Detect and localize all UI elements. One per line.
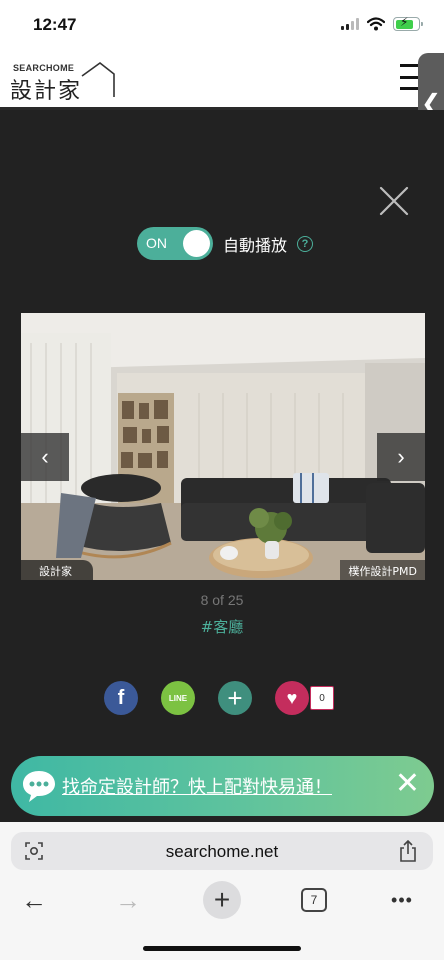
address-bar[interactable]: searchome.net [11, 832, 433, 870]
gallery-photo[interactable]: ‹ › 設計家 樸作設計PMD [21, 313, 425, 580]
autoplay-label: 自動播放 [223, 235, 288, 255]
status-time: 12:47 [33, 15, 77, 34]
help-icon[interactable]: ? [297, 235, 314, 252]
category-tag-link[interactable]: #客廳 [0, 616, 444, 637]
url-text: searchome.net [165, 842, 279, 861]
chevron-right-icon: › [397, 444, 405, 469]
line-icon[interactable]: LINE [161, 681, 195, 715]
site-logo[interactable]: SEARCHOME 設計家 [10, 60, 120, 106]
site-header: SEARCHOME 設計家 [0, 50, 444, 110]
image-counter: 8 of 25 [200, 592, 244, 608]
signal-icon [341, 18, 359, 30]
prev-image-button[interactable]: ‹ [21, 433, 69, 481]
autoplay-control: ON 自動播放 ? [137, 227, 314, 260]
plus-icon[interactable]: + [218, 681, 252, 715]
chevron-left-icon: ‹ [41, 444, 49, 469]
next-image-button[interactable]: › [377, 433, 425, 481]
wifi-icon [367, 17, 385, 31]
logo-main-text: 設計家 [10, 79, 83, 104]
like-count: 0 [310, 686, 334, 710]
browser-nav-toolbar: ← → + 7 ••• [0, 880, 444, 920]
share-icon[interactable] [399, 840, 417, 862]
promo-link-text[interactable]: 找命定設計師？快上配對快易通！ [62, 773, 332, 799]
autoplay-toggle-text: ON [146, 235, 167, 251]
back-arrow-icon[interactable]: ← [18, 880, 50, 920]
living-room-image [21, 313, 425, 580]
close-icon[interactable]: ✕ [395, 769, 420, 799]
status-bar: 12:47 ⚡ [0, 0, 444, 50]
chat-bubble-icon [23, 771, 55, 802]
logo-house-icon [81, 61, 115, 97]
close-icon[interactable] [378, 185, 410, 217]
photo-watermark: 設計家 [21, 560, 93, 580]
facebook-icon[interactable]: f [104, 681, 138, 715]
battery-icon: ⚡ [393, 15, 423, 31]
tabs-icon[interactable]: 7 [300, 880, 328, 920]
new-tab-button[interactable]: + [202, 880, 242, 920]
browser-toolbar: searchome.net ← → + 7 ••• [0, 822, 444, 960]
logo-top-text: SEARCHOME [13, 63, 75, 73]
home-indicator [143, 946, 301, 951]
toggle-knob [183, 230, 210, 257]
forward-arrow-icon[interactable]: → [112, 880, 144, 920]
heart-icon[interactable]: ♥ [275, 681, 309, 715]
status-icons: ⚡ [341, 15, 423, 31]
share-buttons: f LINE + ♥ [104, 681, 309, 715]
promo-banner[interactable]: 找命定設計師？快上配對快易通！ ✕ [11, 756, 434, 816]
more-icon[interactable]: ••• [386, 880, 418, 920]
photo-credit: 樸作設計PMD [340, 560, 425, 580]
gallery-viewer: ON 自動播放 ? ‹ › 設計家 樸作設計PMD 8 of 25 #客廳 f … [0, 110, 444, 822]
tab-count: 7 [301, 888, 327, 912]
autoplay-toggle[interactable]: ON [137, 227, 213, 260]
plus-icon: + [203, 881, 241, 919]
